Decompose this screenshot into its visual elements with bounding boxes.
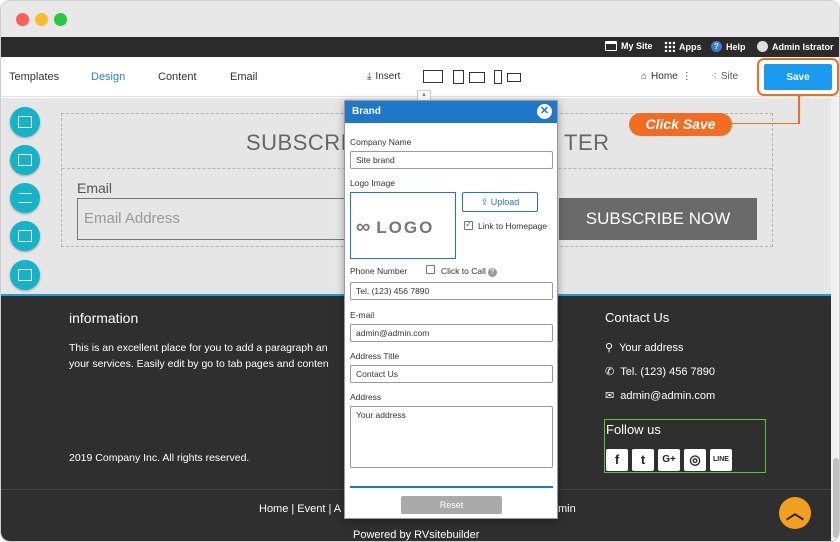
save-highlight: Save xyxy=(757,58,839,96)
tablet-portrait-icon[interactable] xyxy=(453,70,464,84)
sitemap-icon: ⁖ xyxy=(711,71,717,82)
address-title-input[interactable]: Contact Us xyxy=(350,365,553,383)
phone-number-input[interactable]: Tel. (123) 456 7890 xyxy=(350,282,553,300)
sidebar-menu-button[interactable] xyxy=(10,183,40,213)
facebook-icon[interactable]: f xyxy=(606,449,628,471)
logo-image-label: Logo Image xyxy=(350,178,395,188)
section-icon xyxy=(18,269,32,281)
scroll-to-top-button[interactable]: ︿ xyxy=(779,497,811,529)
phone-number-label: Phone Number xyxy=(350,266,408,276)
info-text: This is an excellent place for you to ad… xyxy=(69,342,329,370)
modal-title: Brand xyxy=(345,101,557,123)
tab-templates[interactable]: Templates xyxy=(9,71,59,83)
sidebar-layout-button[interactable] xyxy=(10,107,40,137)
info-title: information xyxy=(69,310,139,326)
my-site-link[interactable]: My Site xyxy=(605,41,653,51)
window-titlebar xyxy=(1,1,839,37)
email-input[interactable]: admin@admin.com xyxy=(350,324,553,342)
address-textarea[interactable]: Your address xyxy=(350,406,553,468)
vertical-scrollbar[interactable] xyxy=(831,98,839,541)
contact-address: ⚲ Your address xyxy=(605,341,684,355)
desktop-view-icon[interactable] xyxy=(423,70,443,83)
follow-us-section: Follow us f t G+ ◎ LINE xyxy=(604,419,766,473)
help-link[interactable]: ? Help xyxy=(711,41,746,52)
company-name-input[interactable]: Site brand xyxy=(350,151,553,169)
contact-title: Contact Us xyxy=(605,310,670,325)
contact-email: ✉ admin@admin.com xyxy=(605,389,716,403)
sidebar-header-button[interactable] xyxy=(10,145,40,175)
image-icon xyxy=(18,230,32,242)
logo-image: ∞ LOGO xyxy=(356,216,435,238)
download-icon: ⤓ xyxy=(367,71,372,82)
twitter-icon[interactable]: t xyxy=(632,449,654,471)
scrollbar-thumb[interactable] xyxy=(833,458,839,538)
copyright: 2019 Company Inc. All rights reserved. xyxy=(69,452,250,464)
home-page-selector[interactable]: ⌂ Home ⋮ xyxy=(641,71,692,82)
link-to-homepage-label: Link to Homepage xyxy=(478,221,547,231)
upload-button[interactable]: ⇪ Upload xyxy=(462,192,538,212)
follow-title: Follow us xyxy=(606,422,661,437)
email-address-input[interactable]: Email Address xyxy=(77,198,357,240)
reset-button[interactable]: Reset xyxy=(401,496,502,514)
email-label: Email xyxy=(77,180,113,196)
click-to-call-label: Click to Call? xyxy=(441,266,497,277)
header-icon xyxy=(18,154,32,166)
grid-icon xyxy=(664,41,675,52)
avatar xyxy=(757,41,768,52)
layout-icon xyxy=(18,116,32,128)
email-label: E-mail xyxy=(350,310,375,320)
contact-phone: ✆ Tel. (123) 456 7890 xyxy=(605,365,716,379)
subscribe-now-button[interactable]: SUBSCRIBE NOW xyxy=(559,198,757,240)
chevron-up-icon: ▲ xyxy=(417,90,431,100)
close-window-button[interactable] xyxy=(16,13,29,26)
save-button[interactable]: Save xyxy=(764,64,832,90)
google-plus-icon[interactable]: G+ xyxy=(658,449,680,471)
browser-window: My Site Apps ? Help Admin Istrator Templ… xyxy=(0,0,840,542)
callout-connector-vertical xyxy=(798,96,800,124)
address-title-label: Address Title xyxy=(350,351,400,361)
close-icon[interactable]: ✕ xyxy=(537,104,552,119)
sidebar-image-button[interactable] xyxy=(10,221,40,251)
minimize-window-button[interactable] xyxy=(35,13,48,26)
instagram-icon[interactable]: ◎ xyxy=(684,449,706,471)
address-label: Address xyxy=(350,392,382,402)
upload-icon: ⇪ xyxy=(480,197,489,207)
footer-links-tail[interactable]: min xyxy=(558,503,576,515)
modal-divider xyxy=(350,486,553,488)
logo-preview[interactable]: ∞ LOGO xyxy=(350,192,456,259)
infinity-icon: ∞ xyxy=(356,216,373,238)
link-to-homepage-checkbox[interactable] xyxy=(464,219,473,230)
mobile-portrait-icon[interactable] xyxy=(494,70,502,84)
tab-design[interactable]: Design xyxy=(91,71,125,83)
browser-icon xyxy=(605,41,617,51)
line-icon[interactable]: LINE xyxy=(710,449,732,471)
click-save-callout: Click Save xyxy=(629,113,732,136)
tab-email[interactable]: Email xyxy=(230,71,258,83)
apps-link[interactable]: Apps xyxy=(664,41,702,52)
brand-modal: Brand ✕ Company Name Site brand Logo Ima… xyxy=(344,100,558,519)
admin-bar: My Site Apps ? Help Admin Istrator xyxy=(1,37,839,57)
envelope-icon: ✉ xyxy=(605,390,615,402)
help-icon: ? xyxy=(711,41,722,52)
tablet-landscape-icon[interactable] xyxy=(469,72,485,83)
more-vertical-icon: ⋮ xyxy=(681,71,692,82)
menu-icon xyxy=(18,193,32,203)
mobile-landscape-icon[interactable] xyxy=(507,73,521,82)
home-icon: ⌂ xyxy=(641,71,648,82)
powered-by: Powered by RVsitebuilder xyxy=(353,529,480,541)
user-menu[interactable]: Admin Istrator xyxy=(757,41,834,52)
footer-links[interactable]: Home | Event | A xyxy=(259,503,341,515)
sidebar-section-button[interactable] xyxy=(10,260,40,290)
callout-connector xyxy=(730,123,800,124)
company-name-label: Company Name xyxy=(350,137,412,147)
maximize-window-button[interactable] xyxy=(54,13,67,26)
insert-button[interactable]: ⤓ Insert xyxy=(367,71,400,82)
phone-icon: ✆ xyxy=(605,366,615,378)
help-icon[interactable]: ? xyxy=(487,268,497,277)
site-menu[interactable]: ⁖ Site xyxy=(711,71,738,82)
location-pin-icon: ⚲ xyxy=(605,342,614,354)
tab-content[interactable]: Content xyxy=(158,71,197,83)
click-to-call-checkbox[interactable] xyxy=(426,265,435,274)
